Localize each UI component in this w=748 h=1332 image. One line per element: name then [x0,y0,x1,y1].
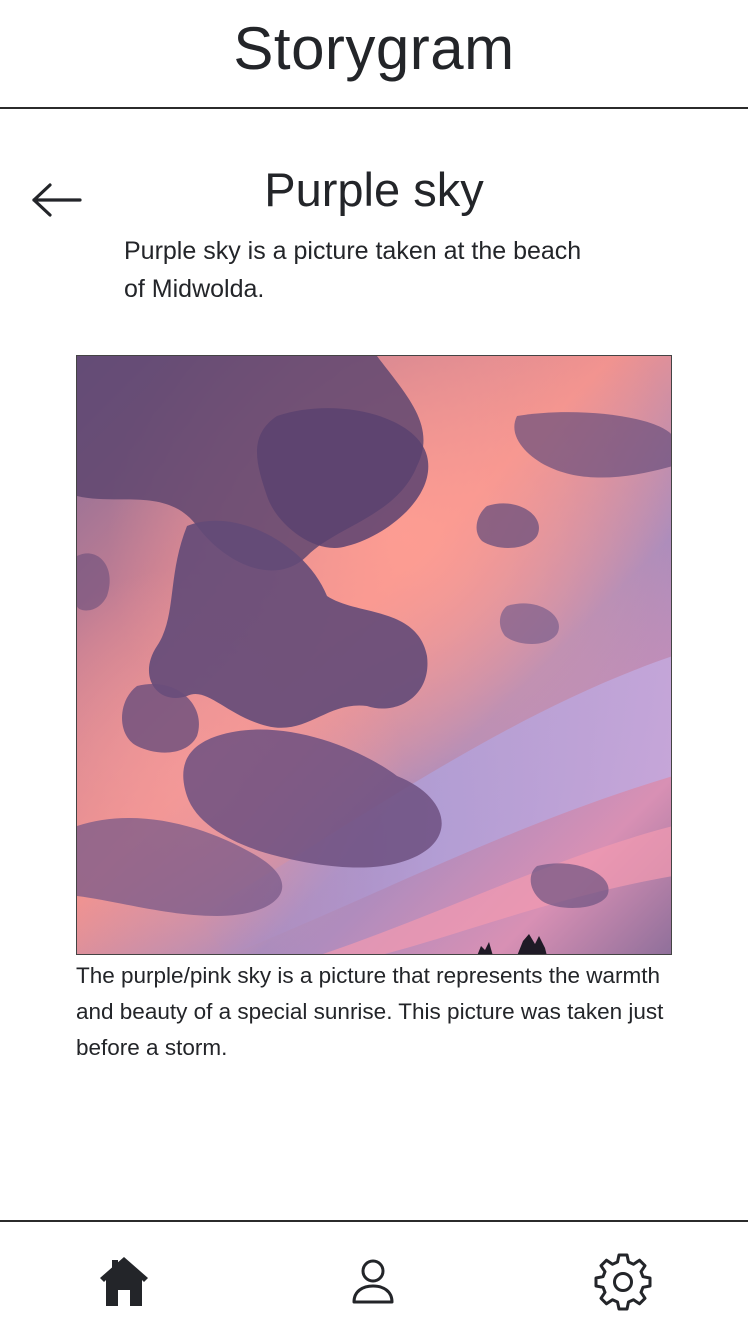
app-header: Storygram [0,0,748,109]
nav-home-button[interactable] [94,1252,154,1312]
nav-settings-button[interactable] [593,1252,653,1312]
post-intro: Purple sky is a picture taken at the bea… [124,237,582,303]
bottom-navigation [0,1220,748,1332]
app-title: Storygram [233,15,515,82]
gear-icon [594,1253,652,1311]
home-icon [100,1257,148,1306]
sky-photo-image [77,356,671,954]
post-photo [76,355,672,955]
post-title: Purple sky [264,163,484,216]
nav-profile-button[interactable] [343,1252,403,1312]
user-icon [352,1259,394,1304]
post-caption: The purple/pink sky is a picture that re… [76,963,664,1060]
